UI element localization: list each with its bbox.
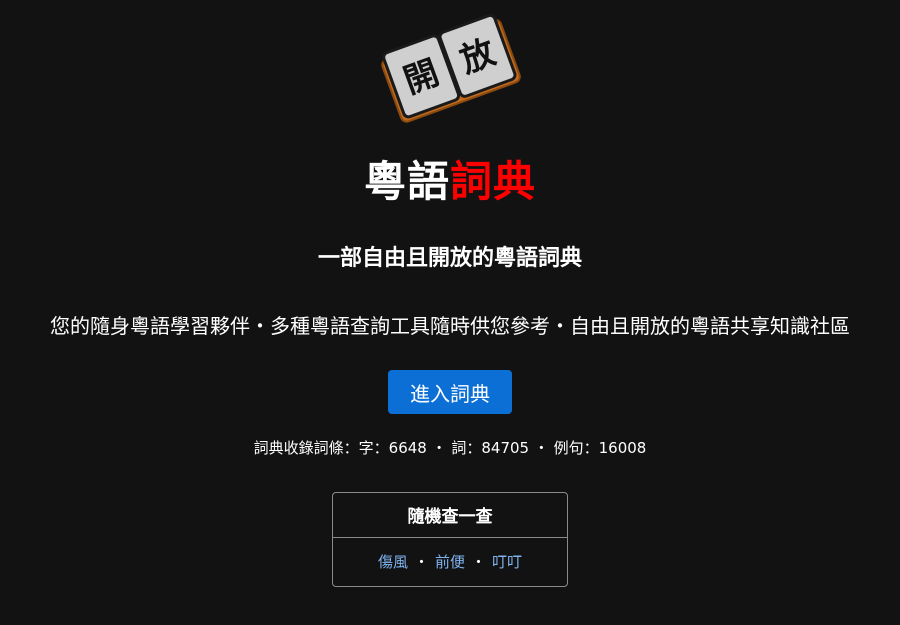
random-lookup-links: 傷風・前便・叮叮 [333,538,567,586]
random-lookup-header: 隨機查一查 [333,493,567,538]
random-link-3[interactable]: 叮叮 [492,553,522,571]
random-link-2[interactable]: 前便 [435,553,465,571]
landing-page: 開 放 粵語詞典 一部自由且開放的粵語詞典 您的隨身粵語學習夥伴・多種粵語查詢工… [0,0,900,625]
site-tagline: 您的隨身粵語學習夥伴・多種粵語查詢工具隨時供您參考・自由且開放的粵語共享知識社區 [50,314,850,338]
dictionary-stats: 詞典收錄詞條：字：6648 ・ 詞：84705 ・ 例句：16008 [253,439,647,457]
enter-dictionary-button[interactable]: 進入詞典 [388,370,512,414]
site-title-white: 粵語 [363,157,450,206]
book-logo-icon: 開 放 [375,8,525,128]
site-title-red: 詞典 [450,157,537,206]
random-lookup-box: 隨機查一查 傷風・前便・叮叮 [332,492,568,587]
random-link-1[interactable]: 傷風 [378,553,408,571]
link-separator: ・ [471,553,487,571]
link-separator: ・ [413,553,429,571]
site-subtitle: 一部自由且開放的粵語詞典 [317,246,582,271]
site-title: 粵語詞典 [364,154,536,210]
